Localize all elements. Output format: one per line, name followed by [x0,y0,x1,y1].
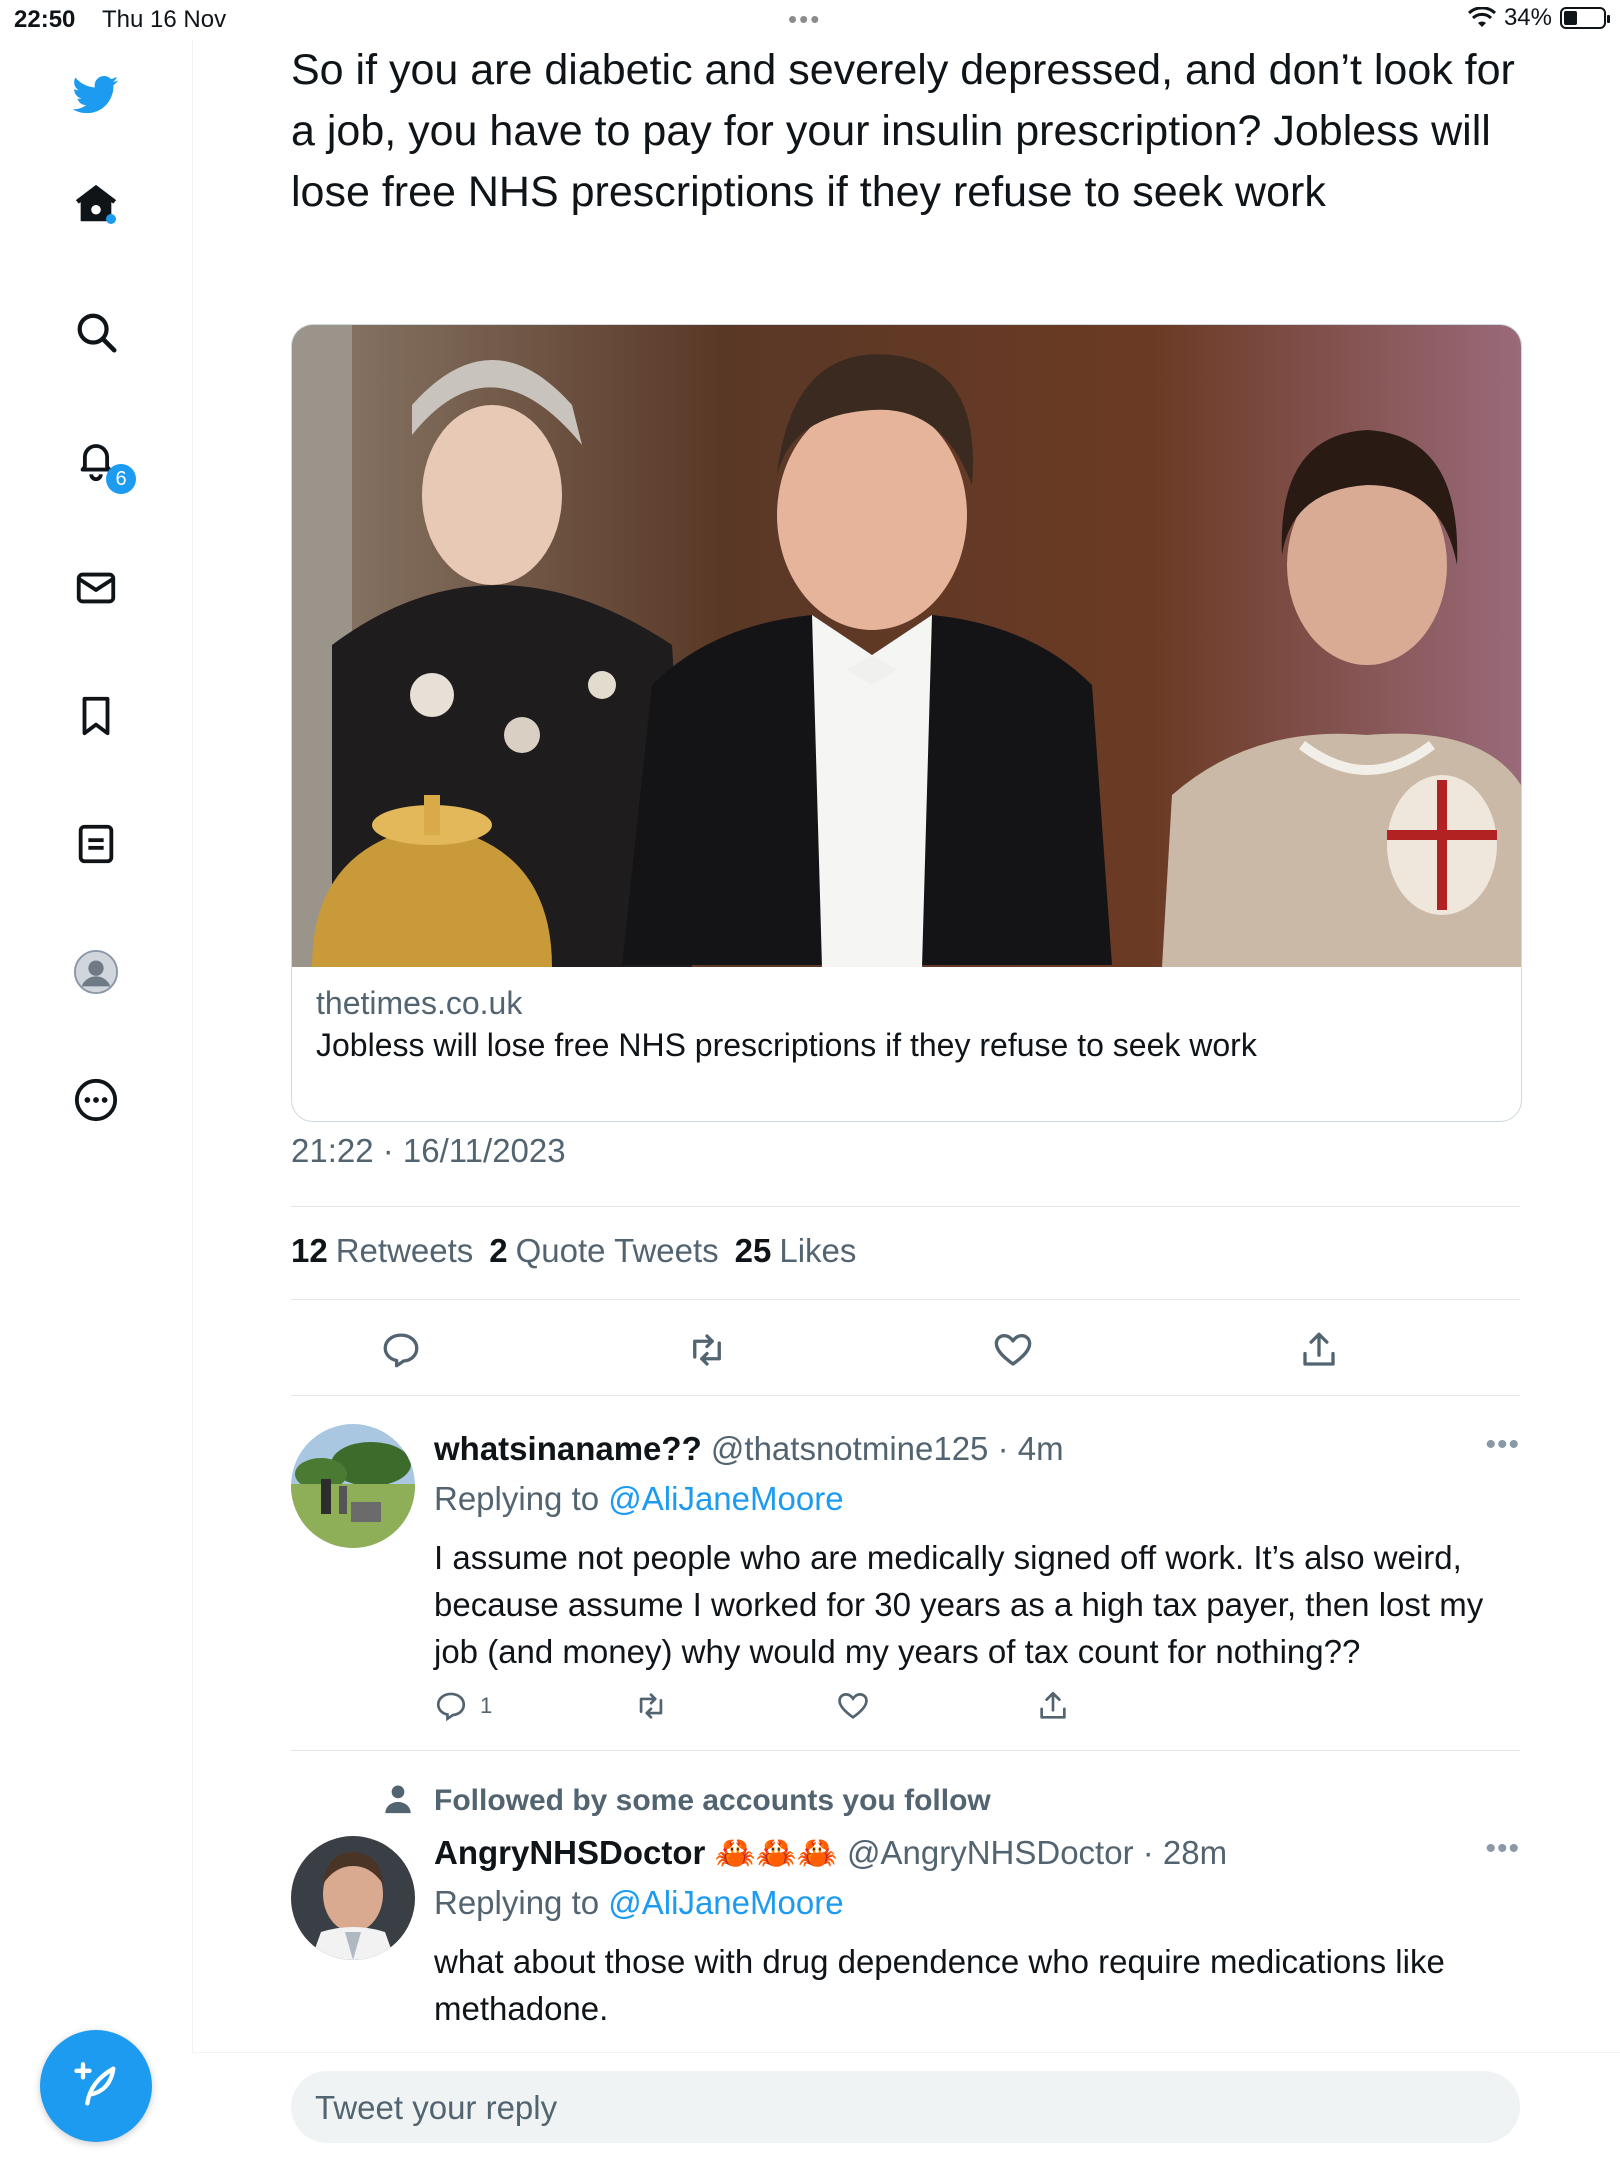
multitasking-dots-icon[interactable]: ••• [788,4,821,35]
reply-text: what about those with drug dependence wh… [434,1943,1445,2027]
twitter-bird-icon[interactable] [66,64,126,124]
reply-time[interactable]: · 28m [1143,1834,1227,1871]
battery-icon [1560,7,1610,29]
replying-to-prefix: Replying to [434,1884,600,1921]
link-card[interactable]: thetimes.co.uk Jobless will lose free NH… [291,324,1522,1122]
reply-header: AngryNHSDoctor 🦀🦀🦀 @AngryNHSDoctor · 28m [434,1834,1227,1873]
share-icon [1040,1691,1066,1719]
quote-tweets-stat[interactable]: 2 Quote Tweets [489,1232,718,1270]
likes-stat[interactable]: 25 Likes [735,1232,857,1270]
crab-emoji-icons: 🦀🦀🦀 [714,1834,838,1871]
retweets-stat[interactable]: 12 Retweets [291,1232,473,1270]
reply-author-handle[interactable]: @thatsnotmine125 [711,1430,989,1467]
reply-icon [383,1333,419,1368]
reply-compose-bar: Tweet your reply [192,2052,1620,2161]
share-button[interactable] [1036,1684,1070,1728]
avatar[interactable] [291,1836,415,1960]
reply-text: I assume not people who are medically si… [434,1539,1484,1670]
profile-icon[interactable] [66,942,126,1002]
reply-author-handle[interactable]: @AngryNHSDoctor [847,1834,1134,1871]
replying-to: Replying to @AliJaneMoore [434,1480,844,1518]
card-title: Jobless will lose free NHS prescriptions… [316,1027,1257,1063]
divider [291,1206,1520,1207]
compose-tweet-button[interactable] [40,2030,152,2142]
reply-tweet[interactable]: Followed by some accounts you follow Ang… [291,1778,1520,2098]
retweet-icon [693,1334,721,1366]
avatar[interactable] [291,1424,415,1548]
divider [291,1395,1520,1396]
status-bar: 22:50 Thu 16 Nov ••• 34% [0,0,1620,40]
retweet-button[interactable] [677,1320,737,1380]
share-button[interactable] [1289,1320,1349,1380]
more-options-icon[interactable]: ••• [1485,1428,1520,1462]
retweets-count: 12 [291,1232,328,1269]
compose-feather-icon [74,2062,116,2106]
battery-percent: 34% [1503,4,1552,31]
tweet-actions [291,1320,1520,1380]
divider [291,1299,1520,1300]
lists-icon[interactable] [66,814,126,874]
status-right: 34% [1467,4,1610,32]
reply-header: whatsinaname?? @thatsnotmine125 · 4m [434,1430,1064,1468]
retweets-label: Retweets [335,1232,474,1269]
tweet-stats: 12 Retweets 2 Quote Tweets 25 Likes [291,1232,856,1270]
reply-input-placeholder: Tweet your reply [315,2089,558,2126]
share-icon [1303,1332,1335,1366]
status-date: Thu 16 Nov [102,6,227,33]
bookmarks-icon[interactable] [66,686,126,746]
more-icon[interactable] [66,1070,126,1130]
divider [291,1750,1520,1751]
tweet-timestamp[interactable]: 21:22 · 16/11/2023 [291,1132,566,1170]
wifi-icon [1467,7,1496,27]
messages-icon[interactable] [66,558,126,618]
reply-actions: 1 [434,1684,1134,1728]
replying-to-prefix: Replying to [434,1480,600,1517]
retweet-button[interactable] [634,1684,668,1728]
person-icon [385,1785,411,1814]
quotes-count: 2 [489,1232,508,1269]
heart-icon [994,1333,1032,1366]
reply-button[interactable]: 1 [434,1684,492,1728]
notifications-badge: 6 [106,464,136,494]
like-button[interactable] [983,1320,1043,1380]
heart-icon [838,1693,868,1719]
social-context: Followed by some accounts you follow [434,1784,991,1817]
home-unread-dot [106,214,116,224]
like-button[interactable] [836,1684,870,1728]
card-image [292,325,1521,967]
replying-to-mention[interactable]: @AliJaneMoore [608,1884,843,1921]
home-icon[interactable] [66,174,126,234]
quotes-label: Quote Tweets [515,1232,719,1269]
reply-author-name[interactable]: AngryNHSDoctor [434,1834,705,1871]
card-domain: thetimes.co.uk [316,985,523,1021]
sidebar: 6 [0,40,193,2160]
reply-count: 1 [480,1693,493,1718]
replying-to-mention[interactable]: @AliJaneMoore [608,1480,843,1517]
reply-input[interactable]: Tweet your reply [291,2071,1520,2143]
reply-author-name[interactable]: whatsinaname?? [434,1430,702,1467]
likes-count: 25 [734,1232,772,1269]
reply-tweet[interactable]: whatsinaname?? @thatsnotmine125 · 4m •••… [291,1424,1520,1774]
reply-icon [436,1692,466,1722]
reply-time[interactable]: · 4m [998,1430,1064,1467]
retweet-icon [639,1693,663,1719]
tweet-text: So if you are diabetic and severely depr… [291,46,1515,216]
likes-label: Likes [779,1232,857,1269]
replying-to: Replying to @AliJaneMoore [434,1884,844,1922]
status-time: 22:50 [14,6,76,33]
more-options-icon[interactable]: ••• [1485,1832,1520,1866]
reply-button[interactable] [371,1320,431,1380]
search-icon[interactable] [66,302,126,362]
